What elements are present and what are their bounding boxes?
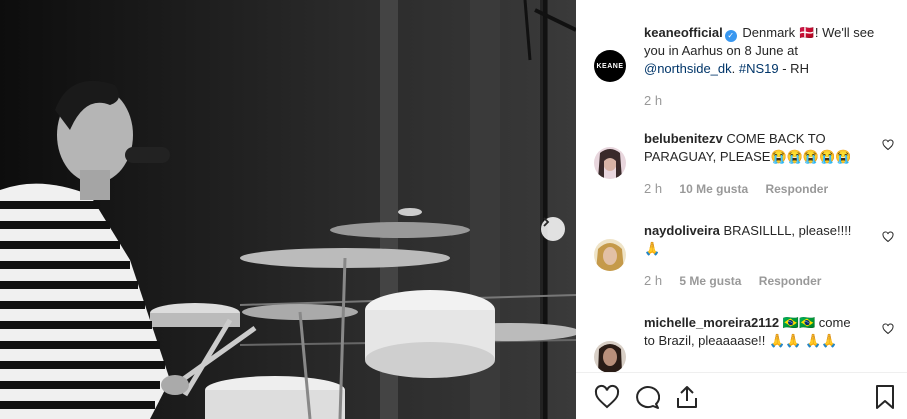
heart-icon[interactable] [882, 323, 894, 335]
commenter-avatar[interactable] [594, 147, 626, 179]
author-avatar[interactable]: KEANE [594, 50, 626, 82]
comment-body: michelle_moreira2112 🇧🇷🇧🇷 come to Brazil… [644, 314, 854, 350]
commenter-username[interactable]: michelle_moreira2112 [644, 315, 779, 330]
comment-time[interactable]: 2 h [644, 181, 662, 196]
commenter-username[interactable]: naydoliveira [644, 223, 720, 238]
heart-icon[interactable] [594, 384, 620, 410]
comment-meta: 2 h 5 Me gusta Responder [644, 273, 821, 288]
author-username[interactable]: keaneofficial [644, 25, 723, 40]
reply-button[interactable]: Responder [759, 274, 822, 288]
comment-meta: 2 h 10 Me gusta Responder [644, 181, 828, 196]
comment-icon[interactable] [634, 384, 660, 410]
verified-badge-icon: ✓ [724, 30, 737, 42]
mention-link[interactable]: @northside_dk [644, 61, 732, 76]
post-details-panel: KEANE keaneofficial ✓ Denmark 🇩🇰! We'll s… [576, 0, 907, 419]
drummer-photo [0, 0, 576, 419]
comment-body: belubenitezv COME BACK TO PARAGUAY, PLEA… [644, 130, 854, 166]
comment-likes[interactable]: 5 Me gusta [679, 274, 741, 288]
comment-body: naydoliveira BRASILLLL, please!!!! 🙏 [644, 222, 854, 258]
bookmark-icon[interactable] [872, 384, 898, 410]
post-caption: keaneofficial ✓ Denmark 🇩🇰! We'll see you… [644, 25, 875, 76]
commenter-avatar[interactable] [594, 341, 626, 373]
commenter-username[interactable]: belubenitezv [644, 131, 723, 146]
post-timestamp[interactable]: 2 h [644, 93, 662, 108]
avatar-logo-text: KEANE [596, 62, 624, 70]
comment-time[interactable]: 2 h [644, 273, 662, 288]
comment-likes[interactable]: 10 Me gusta [679, 182, 748, 196]
share-icon[interactable] [674, 384, 700, 410]
commenter-avatar[interactable] [594, 239, 626, 271]
next-photo-button[interactable] [541, 217, 565, 241]
heart-icon[interactable] [882, 231, 894, 243]
actions-divider [576, 372, 907, 373]
post-action-bar [594, 384, 894, 410]
hashtag-link[interactable]: #NS19 [739, 61, 779, 76]
reply-button[interactable]: Responder [765, 182, 828, 196]
post-photo [0, 0, 576, 419]
caption-signoff: - RH [778, 61, 809, 76]
heart-icon[interactable] [882, 139, 894, 151]
chevron-right-icon [543, 217, 550, 227]
